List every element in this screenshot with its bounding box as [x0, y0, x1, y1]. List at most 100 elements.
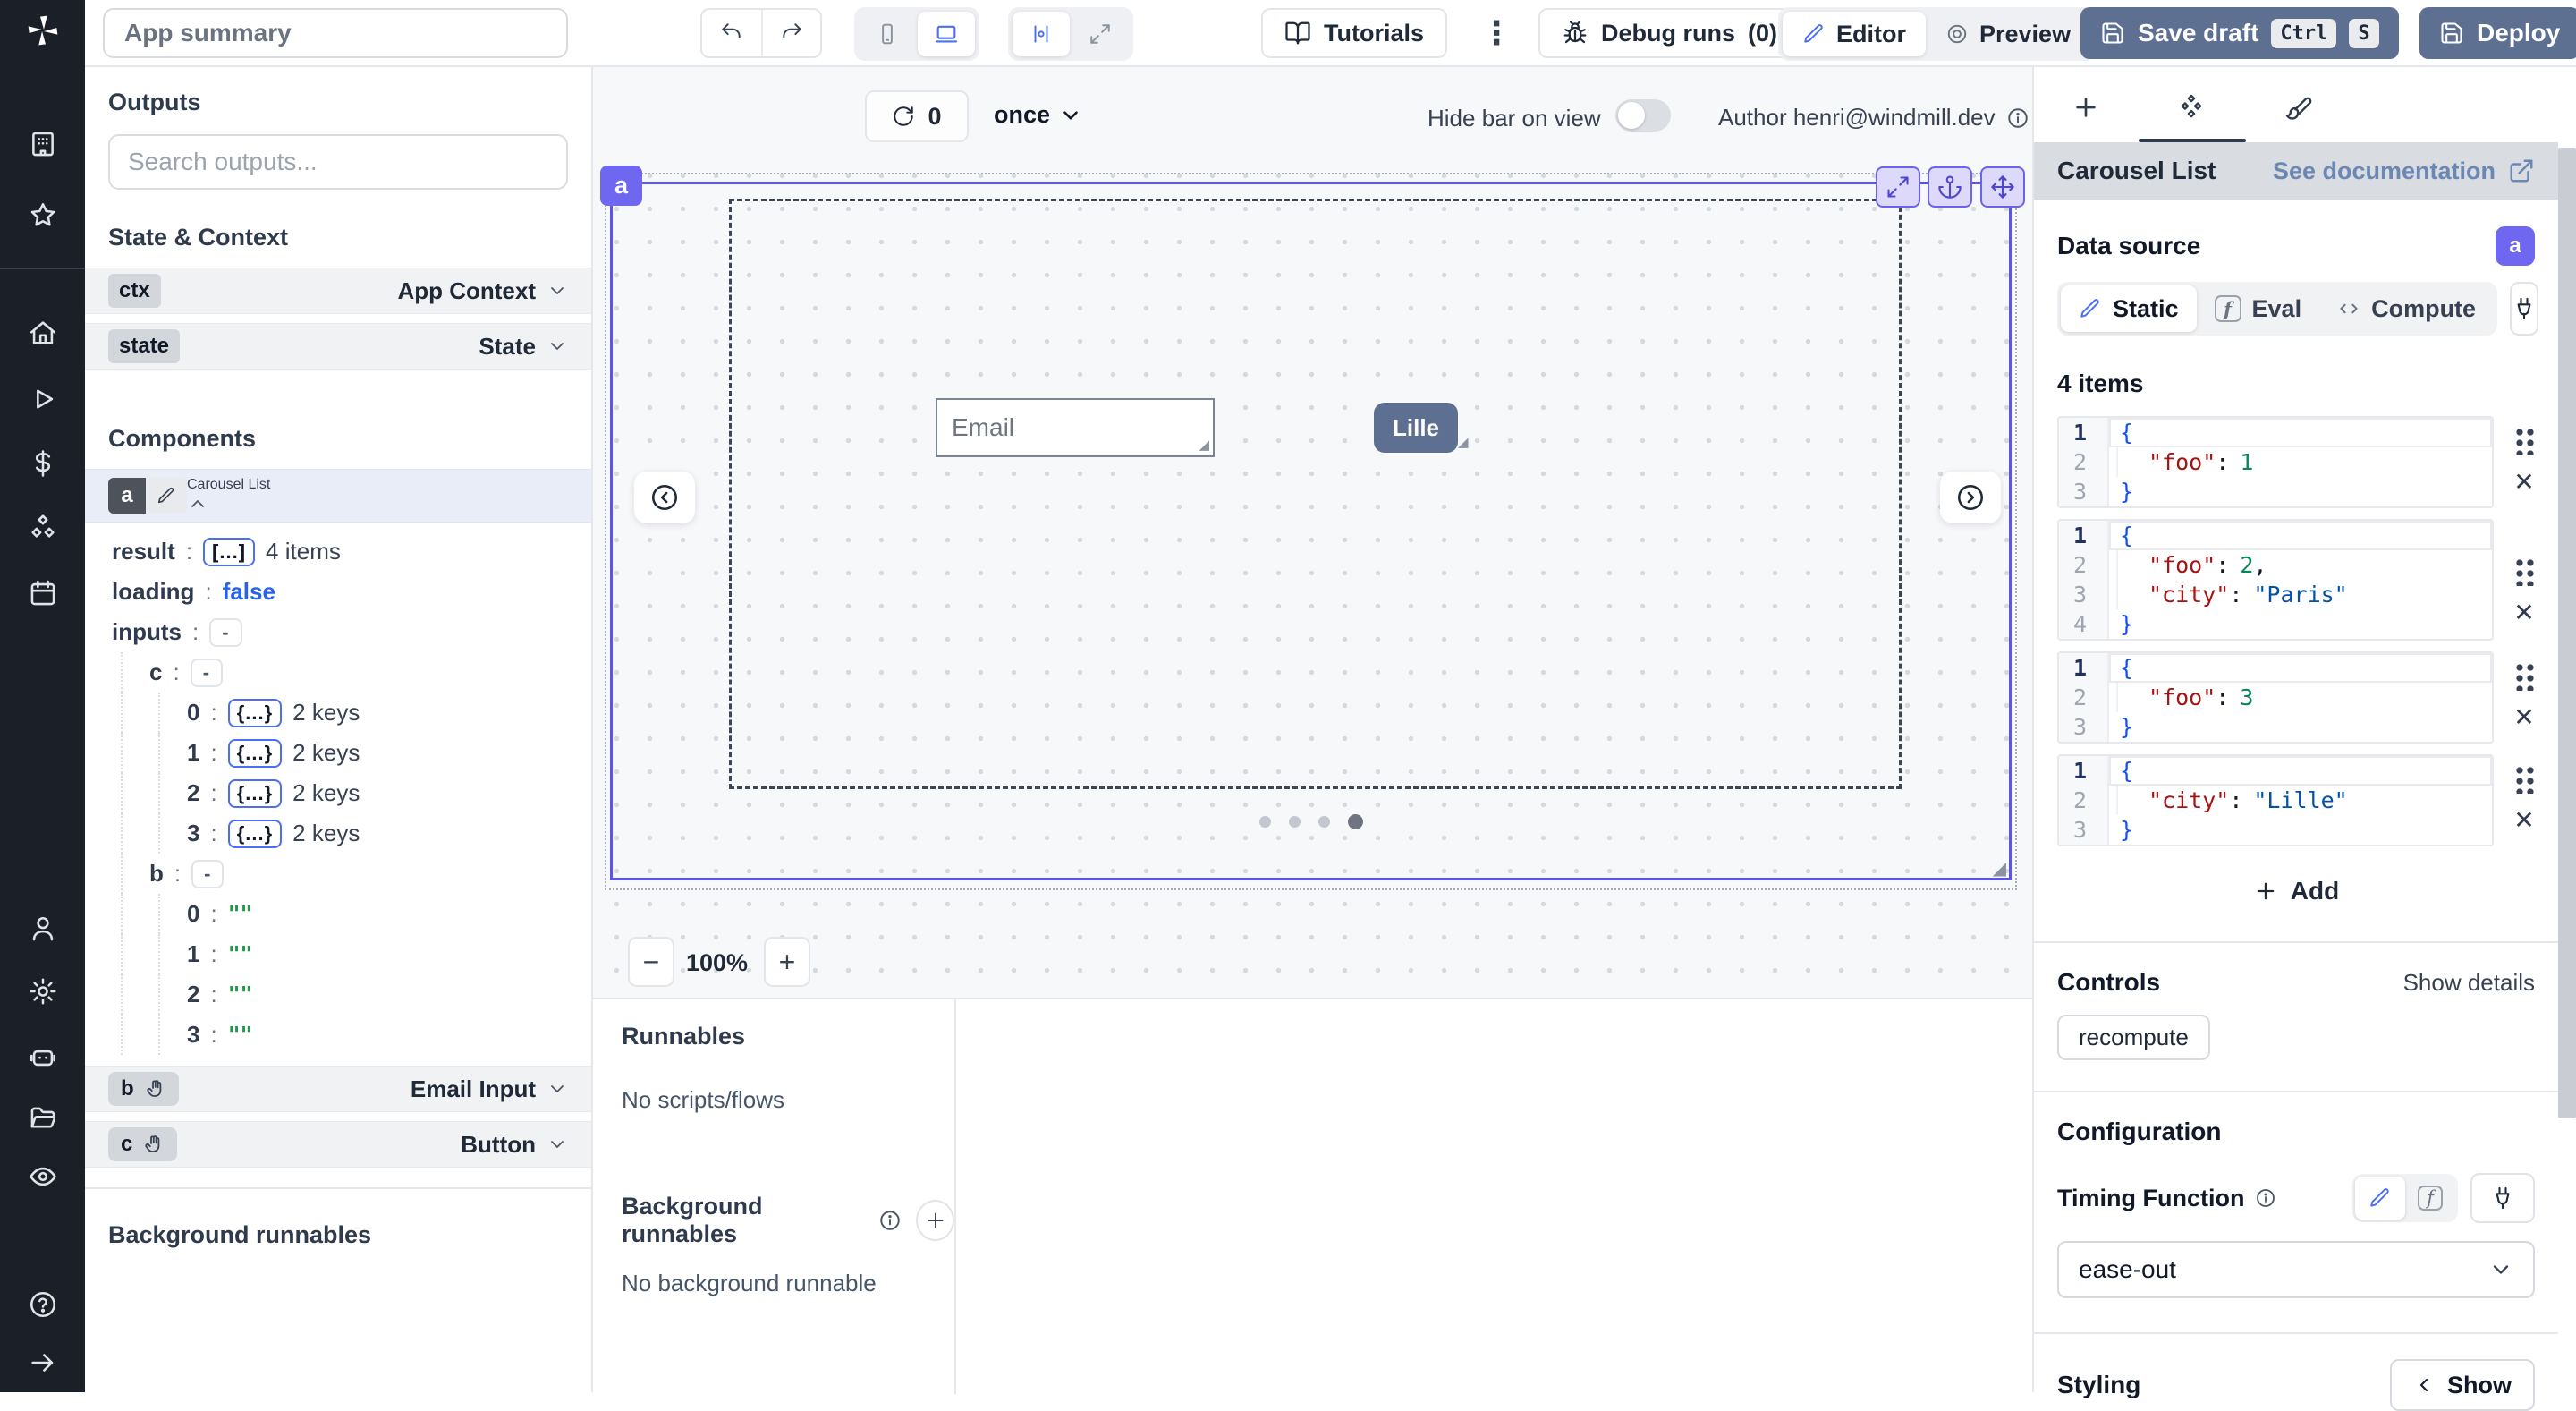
- tree-row-c1[interactable]: 1:{...}2 keys: [112, 733, 591, 773]
- info-icon[interactable]: [2006, 106, 2029, 130]
- folders-icon[interactable]: [21, 1097, 64, 1140]
- redo-button[interactable]: [761, 10, 820, 56]
- ctx-row[interactable]: ctx App Context: [85, 268, 591, 314]
- fullscreen-button[interactable]: [1072, 12, 1129, 56]
- info-icon[interactable]: [878, 1209, 902, 1232]
- tutorials-button[interactable]: Tutorials: [1261, 8, 1447, 58]
- tree-row-inputs[interactable]: inputs:-: [112, 612, 591, 652]
- more-menu-kebab-icon[interactable]: ⋮: [1480, 14, 1513, 52]
- collapse-badge[interactable]: -: [191, 860, 224, 888]
- json-editor[interactable]: 1{ 2"city":"Lille" 3}: [2057, 754, 2494, 846]
- tree-row-c3[interactable]: 3:{...}2 keys: [112, 813, 591, 854]
- component-b-row[interactable]: b Email Input: [85, 1066, 591, 1112]
- json-editor[interactable]: 1{ 2"foo":1 3}: [2057, 416, 2494, 508]
- app-grid-container[interactable]: a Email ◢ Lille ◢ ◢: [605, 173, 2017, 890]
- object-badge[interactable]: {...}: [228, 820, 282, 848]
- delete-item-button[interactable]: ✕: [2513, 600, 2534, 625]
- variables-dollar-icon[interactable]: [21, 442, 64, 485]
- resize-handle-icon[interactable]: ◢: [1458, 436, 1469, 449]
- workers-robot-icon[interactable]: [21, 1034, 64, 1077]
- carousel-dot[interactable]: [1318, 816, 1330, 828]
- json-editor[interactable]: 1{ 2"foo":2, 3"city":"Paris" 4}: [2057, 519, 2494, 641]
- workspace-building-icon[interactable]: [21, 123, 64, 166]
- resize-handle-icon[interactable]: ◢: [1993, 860, 2006, 878]
- users-person-icon[interactable]: [21, 907, 64, 950]
- tree-row-c[interactable]: c:-: [112, 652, 591, 693]
- home-icon[interactable]: [21, 311, 64, 354]
- drag-handle-icon[interactable]: [2513, 556, 2535, 586]
- tree-row-c0[interactable]: 0:{...}2 keys: [112, 693, 591, 733]
- zoom-out-button[interactable]: −: [628, 937, 674, 987]
- tree-row-c2[interactable]: 2:{...}2 keys: [112, 773, 591, 813]
- anchor-component-button[interactable]: [1928, 166, 1972, 208]
- selected-component-badge[interactable]: a: [600, 166, 642, 206]
- object-badge[interactable]: {...}: [228, 739, 282, 768]
- compute-mode-button[interactable]: Compute: [2319, 285, 2494, 332]
- drag-handle-icon[interactable]: [2513, 763, 2535, 794]
- favorites-star-icon[interactable]: [21, 194, 64, 237]
- carousel-next-button[interactable]: [1940, 472, 2001, 523]
- state-row[interactable]: state State: [85, 323, 591, 370]
- static-pencil-button[interactable]: [2355, 1177, 2405, 1220]
- eval-mode-button[interactable]: f Eval: [2197, 285, 2320, 332]
- component-settings-tab[interactable]: [2170, 85, 2213, 130]
- undo-button[interactable]: [702, 10, 761, 56]
- rename-pencil-icon[interactable]: [146, 478, 187, 514]
- carousel-prev-button[interactable]: [634, 472, 695, 523]
- show-details-link[interactable]: Show details: [2403, 969, 2535, 997]
- recompute-button[interactable]: recompute: [2057, 1015, 2210, 1060]
- component-a-row[interactable]: a Carousel List: [85, 469, 591, 523]
- tree-row-b3[interactable]: 3:"": [112, 1015, 591, 1055]
- drag-handle-icon[interactable]: [2513, 660, 2535, 691]
- add-background-runnable-button[interactable]: [916, 1200, 954, 1241]
- delete-item-button[interactable]: ✕: [2513, 470, 2534, 495]
- mobile-view-button[interactable]: [859, 12, 916, 56]
- object-badge[interactable]: {...}: [228, 699, 282, 727]
- desktop-view-button[interactable]: [918, 12, 975, 56]
- frequency-select[interactable]: once: [994, 101, 1082, 129]
- tree-row-b2[interactable]: 2:"": [112, 974, 591, 1015]
- delete-item-button[interactable]: ✕: [2513, 808, 2534, 833]
- connect-plug-button[interactable]: [2510, 282, 2538, 336]
- button-component[interactable]: Lille: [1374, 403, 1458, 453]
- resize-handle-icon[interactable]: ◢: [1199, 438, 1209, 452]
- audit-eye-icon[interactable]: [21, 1155, 64, 1198]
- zoom-in-button[interactable]: +: [764, 937, 810, 987]
- static-mode-button[interactable]: Static: [2061, 285, 2197, 332]
- tree-row-b1[interactable]: 1:"": [112, 934, 591, 974]
- app-summary-input[interactable]: [103, 8, 568, 58]
- carousel-inner-container[interactable]: [729, 199, 1902, 789]
- json-editor[interactable]: 1{ 2"foo":3 3}: [2057, 651, 2494, 744]
- schedules-calendar-icon[interactable]: [21, 572, 64, 615]
- collapse-badge[interactable]: -: [191, 659, 223, 687]
- hide-bar-toggle[interactable]: [1615, 99, 1671, 132]
- email-input-component[interactable]: Email ◢: [936, 398, 1215, 457]
- component-c-row[interactable]: c Button: [85, 1121, 591, 1168]
- eval-function-button[interactable]: f: [2405, 1177, 2455, 1220]
- center-content-button[interactable]: [1013, 12, 1070, 56]
- settings-gear-icon[interactable]: [21, 970, 64, 1013]
- tree-row-result[interactable]: result:[...]4 items: [112, 531, 591, 572]
- see-documentation-link[interactable]: See documentation: [2273, 157, 2535, 185]
- windmill-logo-icon[interactable]: [21, 9, 64, 52]
- carousel-dot[interactable]: [1259, 816, 1271, 828]
- help-icon[interactable]: [21, 1283, 64, 1326]
- carousel-dot[interactable]: [1289, 816, 1301, 828]
- editor-tab[interactable]: Editor: [1783, 12, 1926, 56]
- preview-tab[interactable]: Preview: [1926, 12, 2090, 56]
- collapse-badge[interactable]: -: [209, 618, 242, 647]
- add-item-button[interactable]: Add: [2253, 877, 2339, 905]
- move-component-button[interactable]: [1980, 166, 2025, 208]
- expand-component-button[interactable]: [1876, 166, 1920, 208]
- tree-row-b[interactable]: b:-: [112, 854, 591, 894]
- panel-scrollbar[interactable]: [2558, 148, 2576, 1118]
- carousel-dot-active[interactable]: [1348, 814, 1363, 829]
- resources-cubes-icon[interactable]: [21, 506, 64, 549]
- refresh-count-button[interactable]: 0: [865, 90, 969, 142]
- info-icon[interactable]: [2255, 1187, 2276, 1209]
- array-badge[interactable]: [...]: [203, 538, 255, 566]
- save-draft-button[interactable]: Save draft Ctrl S: [2080, 7, 2399, 59]
- runs-play-icon[interactable]: [21, 378, 64, 421]
- collapse-arrow-icon[interactable]: [21, 1341, 64, 1384]
- timing-function-select[interactable]: ease-out: [2057, 1241, 2535, 1298]
